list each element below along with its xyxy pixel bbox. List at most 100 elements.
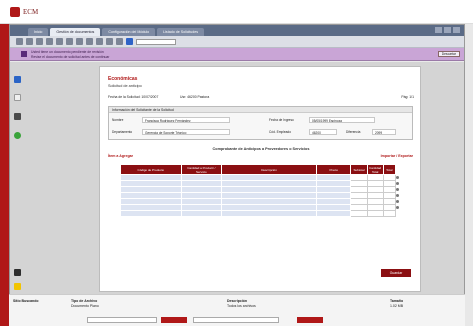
footer-col-type: Tipo de Archivo Documento Plano [71,299,99,309]
field-fecha-ingreso: Fecha de Ingreso 05/05/1999 Espinoza [269,117,409,123]
filter-button[interactable] [297,317,323,323]
document-icon[interactable] [14,76,21,83]
cut-icon[interactable] [66,38,73,45]
page-icon[interactable] [14,94,21,101]
column-header: Subtotal [350,164,368,175]
left-rail [0,24,9,326]
footer-col-description: Descripción Todos los archivos [227,299,256,309]
app-logo[interactable]: ECM [10,6,38,18]
redo-icon[interactable] [106,38,113,45]
tab-inicio[interactable]: Inicio [28,28,49,36]
column-header: Total [382,164,396,175]
notice-line-1: Usted tiene un documento pendiente de re… [31,50,104,54]
forward-icon[interactable] [26,38,33,45]
field-value[interactable]: Francisca Rodríguez Fernández [142,117,230,123]
footer-description-value: Todos los archivos [227,304,256,308]
field-value[interactable]: 2099 [372,129,396,135]
zoom-icon[interactable] [116,38,123,45]
notice-line-2: Revise el documento de solicitud antes d… [31,55,110,59]
field-label: Departamento [112,130,133,134]
cell-total[interactable] [382,210,396,217]
delete-icon[interactable] [395,206,399,209]
attachment-icon[interactable] [14,113,21,120]
field-value[interactable]: Gerencia de Soporte Técnico [142,129,230,135]
document-subtitle: Solicitud de anticipo [108,84,142,88]
cell-subtotal[interactable] [350,210,368,217]
tab-gestion[interactable]: Gestión de documentos [50,28,101,36]
section-actions: Ítem a Agregar Importar / Exportar [108,154,413,161]
meta-user: Usr: 46200 Pastora [180,95,210,99]
filter-input[interactable] [193,317,279,323]
table-row [120,210,404,217]
save-button[interactable]: Guardar [381,269,411,277]
meta-page: Pág: 1/1 [401,95,414,99]
document-page: Económicas Solicitud de anticipo Fecha d… [99,66,421,292]
add-item-link[interactable]: Ítem a Agregar [108,154,133,158]
cell-codigo[interactable] [120,210,182,217]
content-area: Económicas Solicitud de anticipo Fecha d… [10,62,464,294]
refresh-icon[interactable] [126,38,133,45]
save-icon[interactable] [56,38,63,45]
minimize-icon[interactable] [435,27,442,33]
folder-icon[interactable] [14,283,21,290]
field-label: Diferencia [346,130,361,134]
field-codigo: Cód. Empleado 46200 [269,129,339,135]
footer-col-site: Sitio Buscando [13,299,38,304]
document-meta: Fecha de la Solicitud: 10/07/2007 Usr: 4… [108,95,414,101]
print-icon[interactable] [46,38,53,45]
right-rail [465,24,473,326]
row-delete[interactable] [395,210,404,217]
footer-site-title: Sitio Buscando [13,299,39,303]
app-header: ECM [0,0,473,24]
dismiss-button[interactable]: Descartar [437,51,460,57]
maximize-icon[interactable] [444,27,451,33]
notification-bar: Usted tiene un documento pendiente de re… [10,48,464,61]
back-icon[interactable] [16,38,23,45]
field-value[interactable]: 46200 [309,129,337,135]
info-icon [21,51,27,57]
field-departamento: Departamento Gerencia de Soporte Técnico [112,129,262,135]
delete-icon[interactable] [395,194,399,197]
table-header-row: Código de Producto Cantidad a Producir /… [120,164,404,175]
close-icon[interactable] [453,27,460,33]
edit-icon[interactable] [14,269,21,276]
zoom-select[interactable] [136,38,176,45]
field-value[interactable]: 05/05/1999 Espinoza [309,117,375,123]
screen: ECM Inicio Gestión de documentos Configu… [0,0,473,326]
logo-text: ECM [23,8,39,16]
side-toolbar [14,66,22,290]
footer-col-size: Tamaño 1.02 MB [390,299,403,309]
field-label: Fecha de Ingreso [269,118,294,122]
delete-icon[interactable] [395,188,399,191]
cell-precio[interactable] [316,210,352,217]
cell-cantidad[interactable] [180,210,223,217]
column-header: Descripción [221,164,318,175]
copy-icon[interactable] [76,38,83,45]
delete-icon[interactable] [395,176,399,179]
search-button[interactable] [161,317,187,323]
field-nombre: Nombre Francisca Rodríguez Fernández [112,117,262,123]
import-export-link[interactable]: Importar / Exportar [381,154,413,158]
browser-window: Inicio Gestión de documentos Configuraci… [9,24,465,294]
search-input[interactable] [87,317,157,323]
logo-mark-icon [10,7,20,17]
delete-icon[interactable] [395,182,399,185]
home-icon[interactable] [36,38,43,45]
column-header: Cantidad a Producir / Servicio [180,164,223,175]
field-label: Cód. Empleado [269,130,291,134]
approve-icon[interactable] [14,132,21,139]
toolbar [10,36,464,48]
items-table: Código de Producto Cantidad a Producir /… [120,164,404,217]
document-title: Económicas [108,76,138,82]
cell-descripcion[interactable] [221,210,318,217]
tab-configuracion[interactable]: Configuración del Módulo [102,28,156,36]
paste-icon[interactable] [86,38,93,45]
tab-solicitudes[interactable]: Listado de Solicitudes [157,28,205,36]
window-controls [435,27,460,33]
field-label: Nombre [112,118,124,122]
undo-icon[interactable] [96,38,103,45]
delete-icon[interactable] [395,200,399,203]
cell-cantidad-total[interactable] [366,210,384,217]
footer-panel: Sitio Buscando Tipo de Archivo Documento… [9,294,465,326]
footer-size-value: 1.02 MB [390,304,404,308]
